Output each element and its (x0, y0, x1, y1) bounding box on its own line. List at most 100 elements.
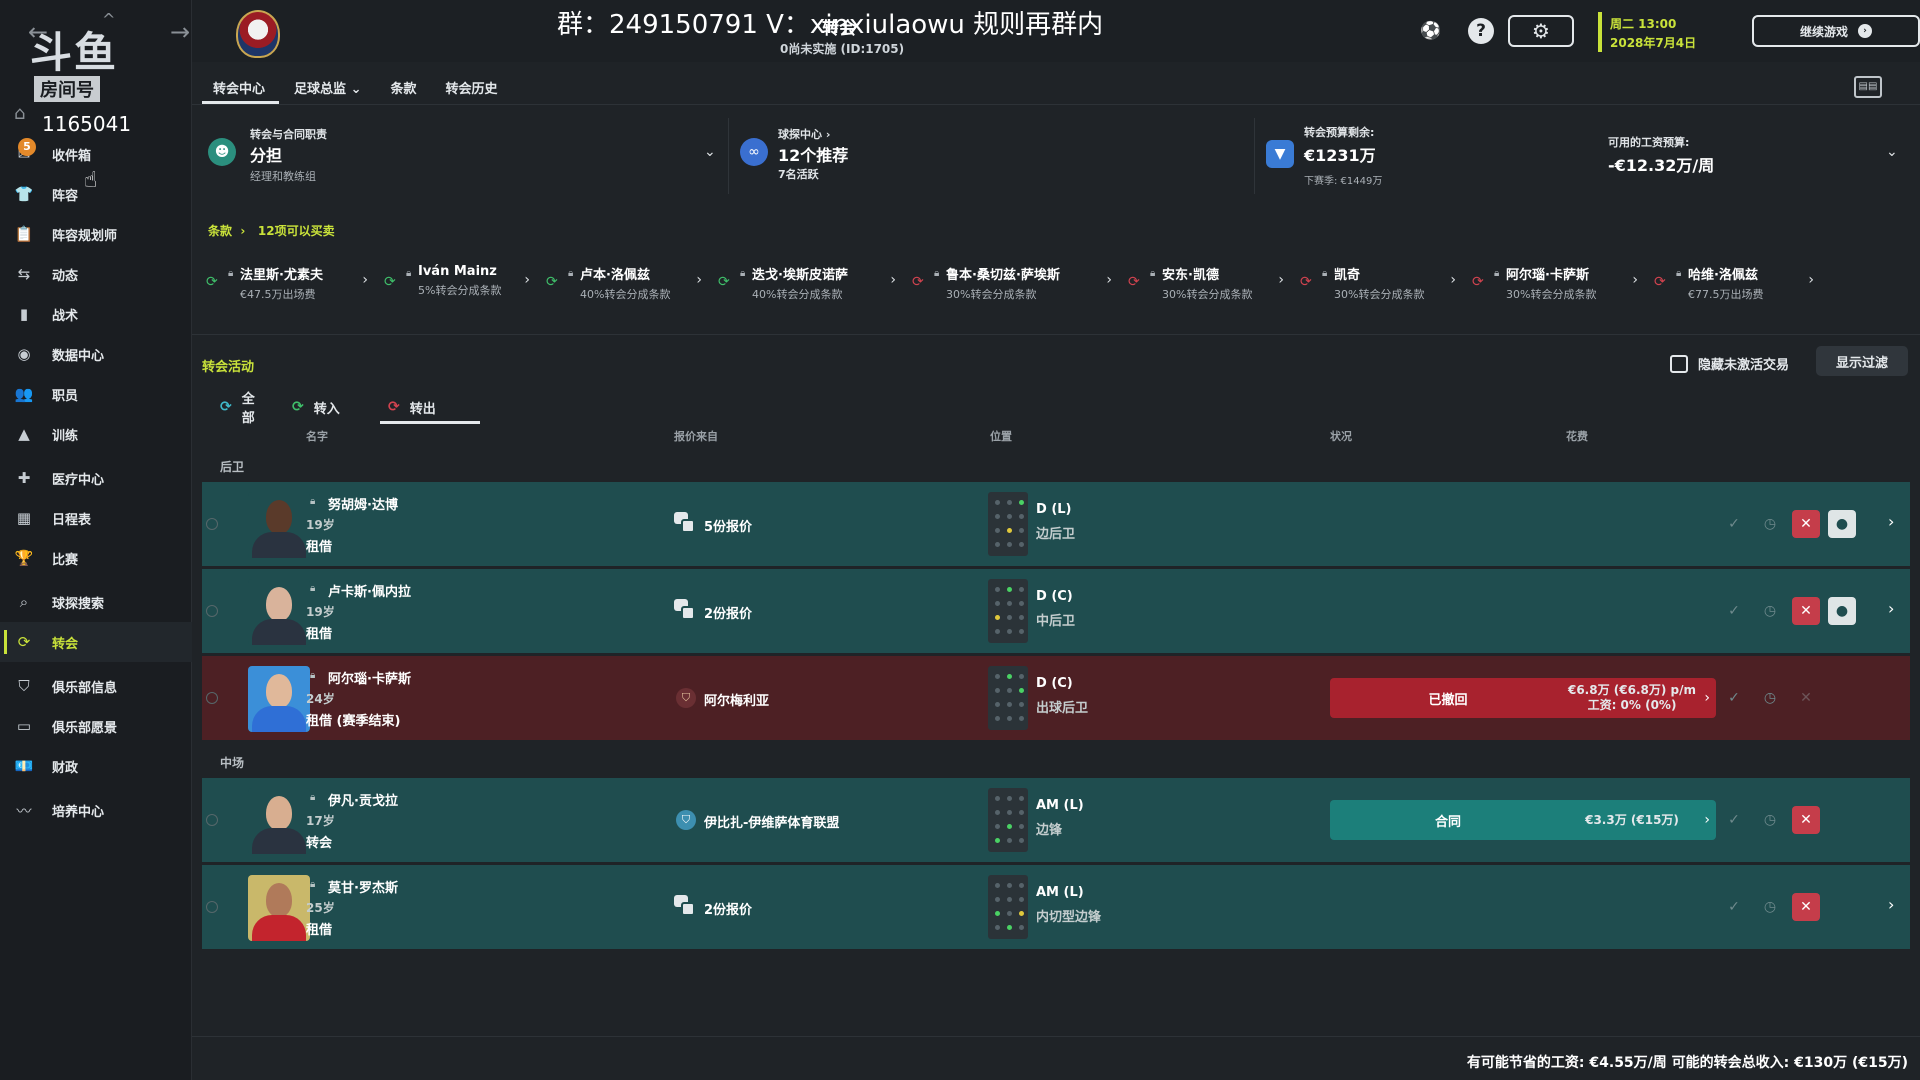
tab-transfer-centre[interactable]: 转会中心 (200, 70, 281, 104)
decline-icon[interactable]: ✕ (1792, 597, 1820, 625)
tab-director-of-football[interactable]: 足球总监 ⌄ (281, 70, 377, 104)
forward-arrow-icon[interactable]: → (170, 20, 190, 44)
tab-transfer-in[interactable]: ⟳ 转入 (284, 390, 380, 424)
accept-icon[interactable]: ✓ (1720, 597, 1748, 625)
sidebar-item-training[interactable]: ▲ 训练 (0, 414, 192, 454)
sidebar-item-club-vision[interactable]: ▭ 俱乐部愿景 (0, 706, 192, 746)
player-name[interactable]: 莫甘·罗杰斯 (328, 877, 398, 896)
decline-icon[interactable]: ✕ (1792, 806, 1820, 834)
table-row[interactable]: 🔒︎ 努胡姆·达博 19岁 租借 5份报价 D (L) 边后卫 ✓ ◷ ✕ ● › (202, 482, 1910, 566)
chevron-down-icon[interactable]: ⌄ (704, 144, 716, 160)
row-select-radio[interactable] (206, 901, 218, 913)
offer-from[interactable]: 5份报价 (704, 516, 752, 535)
sidebar-item-transfers[interactable]: ⟳ 转会 (0, 622, 192, 662)
clause-item[interactable]: ⟳ 🔒︎ 法里斯·尤素夫 €47.5万出场费 › (200, 258, 378, 308)
chat-icon[interactable]: ● (1828, 510, 1856, 538)
pitch-dot (1007, 688, 1012, 693)
sidebar-item-clipboard[interactable]: 📋 阵容规划师 (0, 214, 192, 254)
clause-item[interactable]: ⟳ 🔒︎ 迭戈·埃斯皮诺萨 40%转会分成条款 › (712, 258, 906, 308)
scouting-label[interactable]: 球探中心 › (778, 126, 830, 142)
hide-inactive-checkbox[interactable]: 隐藏未激活交易 (1670, 354, 1789, 373)
player-avatar (248, 875, 310, 941)
clause-item[interactable]: ⟳ 🔒︎ Iván Mainz 5%转会分成条款 › (378, 258, 540, 308)
clause-item[interactable]: ⟳ 🔒︎ 阿尔瑙·卡萨斯 30%转会分成条款 › (1466, 258, 1648, 308)
decline-icon[interactable]: ✕ (1792, 510, 1820, 538)
offer-from[interactable]: 阿尔梅利亚 (704, 690, 769, 709)
sidebar-item-finance[interactable]: 💶 财政 (0, 746, 192, 786)
tab-clauses[interactable]: 条款 (377, 70, 432, 104)
player-name[interactable]: 阿尔瑙·卡萨斯 (328, 668, 411, 687)
player-name[interactable]: 努胡姆·达博 (328, 494, 398, 513)
clock-icon[interactable]: ◷ (1756, 893, 1784, 921)
row-select-radio[interactable] (206, 814, 218, 826)
clause-item[interactable]: ⟳ 🔒︎ 卢本·洛佩兹 40%转会分成条款 › (540, 258, 712, 308)
budget-panel[interactable]: ▼ 转会预算剩余: €1231万 下赛季: €1449万 可用的工资预算: -€… (1262, 118, 1902, 194)
accept-icon[interactable]: ✓ (1720, 684, 1748, 712)
row-select-radio[interactable] (206, 518, 218, 530)
chevron-right-icon[interactable]: › (1888, 512, 1894, 531)
status-box[interactable]: 合同 €3.3万 (€15万) › (1330, 800, 1716, 840)
football-icon[interactable]: ⚽ (1418, 18, 1444, 44)
table-row[interactable]: 🔒︎ 伊凡·贡戈拉 17岁 转会 ⛉ 伊比扎-伊维萨体育联盟 AM (L) 边锋 合同 €3.3万… (202, 778, 1910, 862)
pitch-dot (1007, 629, 1012, 634)
clock-icon[interactable]: ◷ (1756, 510, 1784, 538)
sidebar-item-trophy[interactable]: 🏆 比赛 (0, 538, 192, 578)
row-select-radio[interactable] (206, 605, 218, 617)
chevron-right-icon[interactable]: › (1888, 895, 1894, 914)
column-header-fee[interactable]: 花费 (1566, 428, 1588, 444)
tab-transfer-history[interactable]: 转会历史 (432, 70, 513, 104)
sidebar-item-search[interactable]: ⌕ 球探搜索 (0, 582, 192, 622)
column-header-position[interactable]: 位置 (990, 428, 1012, 444)
table-row[interactable]: 🔒︎ 莫甘·罗杰斯 25岁 租借 2份报价 AM (L) 内切型边锋 ✓ ◷ ✕ › (202, 865, 1910, 949)
settings-button[interactable]: ⚙ (1508, 15, 1574, 47)
table-row[interactable]: 🔒︎ 卢卡斯·佩内拉 19岁 租借 2份报价 D (C) 中后卫 ✓ ◷ ✕ ● › (202, 569, 1910, 653)
clauses-link[interactable]: 条款 (208, 224, 232, 238)
decline-icon[interactable]: ✕ (1792, 684, 1820, 712)
offer-from[interactable]: 2份报价 (704, 899, 752, 918)
clock-icon[interactable]: ◷ (1756, 806, 1784, 834)
clock-icon[interactable]: ◷ (1756, 597, 1784, 625)
sidebar-item-medical[interactable]: ✚ 医疗中心 (0, 458, 192, 498)
chevron-right-icon[interactable]: › (1888, 599, 1894, 618)
player-name[interactable]: 伊凡·贡戈拉 (328, 790, 398, 809)
show-filter-button[interactable]: 显示过滤 (1816, 346, 1908, 376)
offer-from[interactable]: 伊比扎-伊维萨体育联盟 (704, 812, 839, 831)
club-crest-icon[interactable] (236, 10, 280, 58)
column-header-status[interactable]: 状况 (1330, 428, 1352, 444)
sidebar-item-calendar[interactable]: ▦ 日程表 (0, 498, 192, 538)
home-icon[interactable]: ⌂ (14, 102, 25, 126)
clause-item[interactable]: ⟳ 🔒︎ 凯奇 30%转会分成条款 › (1294, 258, 1466, 308)
continue-game-button[interactable]: 继续游戏 › (1752, 15, 1920, 47)
decline-icon[interactable]: ✕ (1792, 893, 1820, 921)
sidebar-item-staff[interactable]: 👥 职员 (0, 374, 192, 414)
tab-all-transfers[interactable]: ⟳ 全部 (212, 390, 284, 426)
accept-icon[interactable]: ✓ (1720, 893, 1748, 921)
sidebar-item-development[interactable]: 〰 培养中心 (0, 790, 192, 830)
table-row[interactable]: 🔒︎ 阿尔瑙·卡萨斯 24岁 租借 (赛季结束) ⛉ 阿尔梅利亚 D (C) 出球后卫 已撤回 €… (202, 656, 1910, 740)
clock-icon[interactable]: ◷ (1756, 684, 1784, 712)
offer-from[interactable]: 2份报价 (704, 603, 752, 622)
accept-icon[interactable]: ✓ (1720, 510, 1748, 538)
clause-item[interactable]: ⟳ 🔒︎ 安东·凯德 30%转会分成条款 › (1122, 258, 1294, 308)
row-select-radio[interactable] (206, 692, 218, 704)
checkbox-box[interactable] (1670, 354, 1688, 373)
column-header-offer-from[interactable]: 报价来自 (674, 428, 718, 444)
chevron-down-icon[interactable]: ⌄ (1886, 144, 1898, 160)
responsibility-panel[interactable]: ☻ 转会与合同职责 分担 经理和教练组 ⌄ (200, 118, 720, 194)
clause-item[interactable]: ⟳ 🔒︎ 鲁本·桑切兹·萨埃斯 30%转会分成条款 › (906, 258, 1122, 308)
status-box[interactable]: 已撤回 €6.8万 (€6.8万) p/m 工资: 0% (0%) › (1330, 678, 1716, 718)
chat-icon[interactable]: ● (1828, 597, 1856, 625)
accept-icon[interactable]: ✓ (1720, 806, 1748, 834)
layout-toggle-icon[interactable]: ▤▤ (1854, 76, 1882, 98)
column-header-name[interactable]: 名字 (306, 428, 328, 444)
sidebar-item-dynamics[interactable]: ⇆ 动态 (0, 254, 192, 294)
pitch-dot (995, 925, 1000, 930)
player-name[interactable]: 卢卡斯·佩内拉 (328, 581, 411, 600)
clause-item[interactable]: ⟳ 🔒︎ 哈维·洛佩兹 €77.5万出场费 › (1648, 258, 1824, 308)
sidebar-item-tactics[interactable]: ▮ 战术 (0, 294, 192, 334)
tab-transfer-out[interactable]: ⟳ 转出 (380, 390, 480, 424)
help-icon[interactable]: ? (1468, 18, 1494, 44)
sidebar-item-data-hub[interactable]: ◉ 数据中心 (0, 334, 192, 374)
sidebar-item-club-shield[interactable]: ⛉ 俱乐部信息 (0, 666, 192, 706)
scouting-panel[interactable]: ∞ 球探中心 › 12个推荐 7名活跃 (736, 118, 1216, 194)
